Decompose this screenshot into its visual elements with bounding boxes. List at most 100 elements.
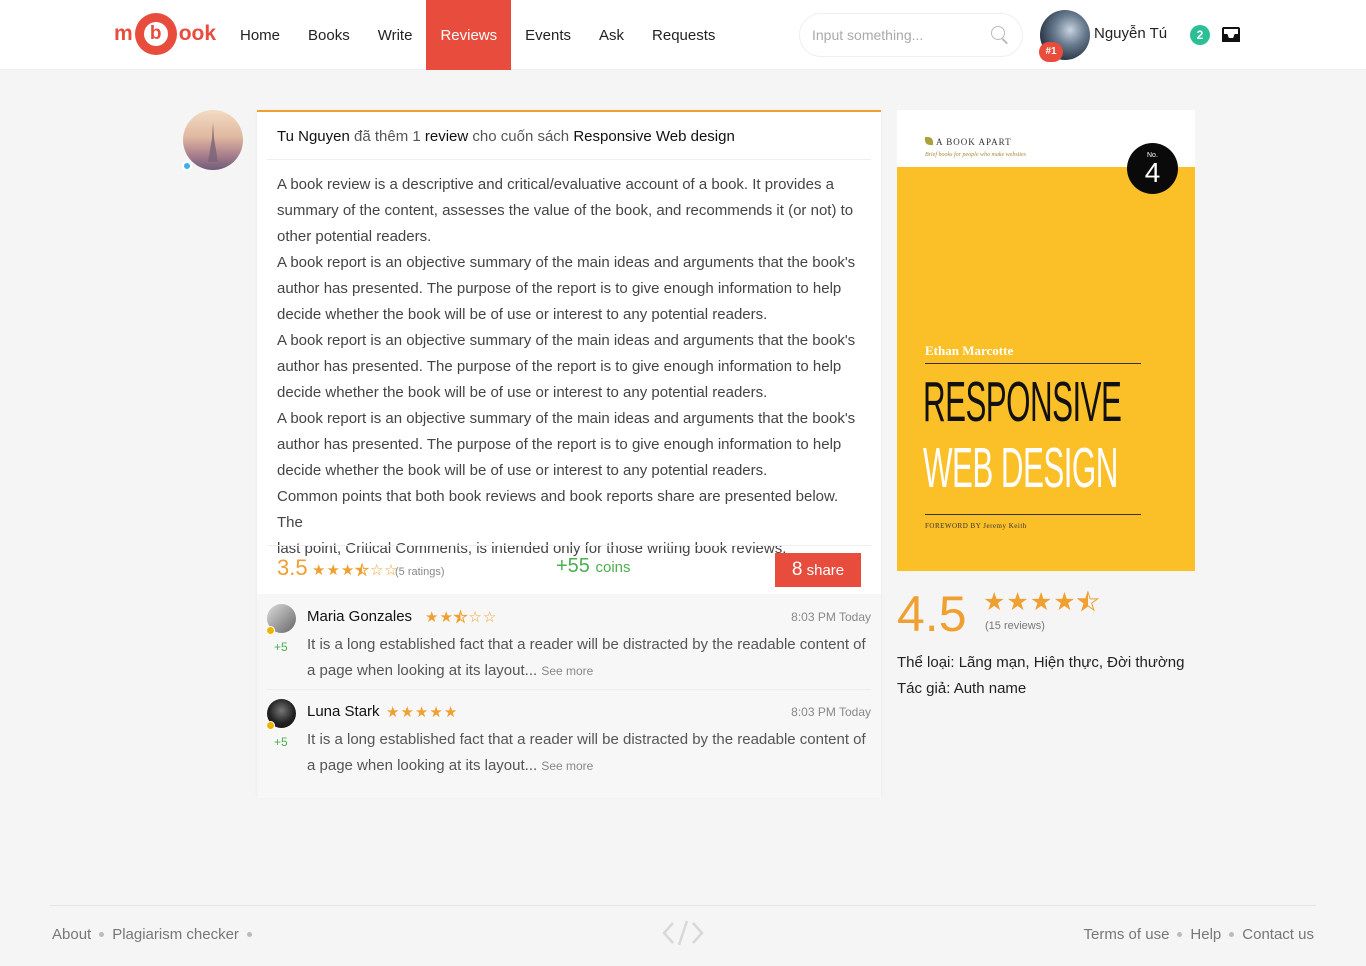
- share-count: 8: [791, 559, 803, 580]
- book-score: 4.5: [897, 586, 967, 642]
- review-card: Tu Nguyen đã thêm 1 review cho cuốn sách…: [257, 110, 881, 798]
- divider: [267, 159, 871, 160]
- review-author[interactable]: Tu Nguyen: [277, 128, 350, 145]
- comment-item: +5 Luna Stark ★ ★ ★ ★ ★ 8:03 PM Today It is …: [257, 689, 881, 784]
- comment-text-line: It is a long established fact that a rea…: [307, 731, 866, 748]
- book-genres: Thể loại: Lãng mạn, Hiện thực, Đời thườn…: [897, 654, 1184, 671]
- publisher-name: A BOOK APART: [936, 137, 1012, 147]
- star-icon: ★: [326, 562, 340, 579]
- review-body-line: author has presented. The purpose of the…: [277, 280, 842, 297]
- book-cover[interactable]: A BOOK APART Brief books for people who …: [897, 110, 1195, 571]
- nav-books[interactable]: Books: [294, 0, 364, 70]
- comment-text-line: a page when looking at its layout...: [307, 662, 538, 679]
- online-status-dot: [182, 161, 192, 171]
- separator-dot: [1177, 932, 1183, 937]
- commenter-name[interactable]: Luna Stark: [307, 703, 380, 720]
- footer-divider: [50, 905, 1316, 906]
- code-icon: [662, 920, 704, 946]
- leaf-icon: [925, 137, 933, 145]
- comment-stars: ★ ★ ★ ☆ ☆: [425, 609, 497, 626]
- site-logo[interactable]: m b ook: [114, 12, 216, 56]
- footer-contact[interactable]: Contact us: [1242, 926, 1314, 943]
- star-icon: ☆: [482, 609, 497, 626]
- genre-label: Thể loại:: [897, 654, 955, 671]
- search-icon[interactable]: [990, 25, 1010, 45]
- user-rank-badge: #1: [1039, 42, 1063, 62]
- comment-text-line: It is a long established fact that a rea…: [307, 636, 866, 653]
- review-body-line: A book report is an objective summary of…: [277, 410, 856, 427]
- main-nav: Home Books Write Reviews Events Ask Requ…: [226, 0, 729, 70]
- review-body-line: author has presented. The purpose of the…: [277, 358, 842, 375]
- comments-list: +5 Maria Gonzales ★ ★ ★ ☆ ☆ 8:03 PM Today It…: [257, 594, 881, 798]
- star-icon: ★: [400, 704, 414, 721]
- comment-text: It is a long established fact that a rea…: [307, 632, 867, 684]
- status-dot: [266, 721, 275, 730]
- footer-plagiarism-checker[interactable]: Plagiarism checker: [112, 926, 239, 943]
- review-heading: Tu Nguyen đã thêm 1 review cho cuốn sách…: [277, 128, 735, 145]
- review-body-line: decide whether the book will be of use o…: [277, 462, 768, 479]
- notification-badge[interactable]: 2: [1190, 25, 1210, 45]
- star-icon: ★: [425, 609, 439, 626]
- comment-time: 8:03 PM Today: [791, 610, 871, 624]
- status-dot: [266, 626, 275, 635]
- footer-terms[interactable]: Terms of use: [1084, 926, 1170, 943]
- poster-avatar[interactable]: [183, 110, 243, 170]
- share-button[interactable]: 8 share: [775, 553, 861, 587]
- star-icon: ★: [1029, 588, 1053, 616]
- star-icon: ★: [1053, 588, 1076, 616]
- cover-foreword: FOREWORD BY Jeremy Keith: [925, 522, 1027, 530]
- logo-b-circle: b: [134, 13, 177, 55]
- nav-events[interactable]: Events: [511, 0, 585, 70]
- coins-value: +55: [556, 555, 590, 577]
- star-icon: ★: [386, 704, 400, 721]
- cover-tagline: Brief books for people who make websites: [925, 152, 1026, 158]
- see-more-link[interactable]: See more: [541, 759, 593, 773]
- footer-about[interactable]: About: [52, 926, 91, 943]
- review-body-line: A book review is a descriptive and criti…: [277, 176, 834, 193]
- review-book-title[interactable]: Responsive Web design: [573, 128, 734, 145]
- cover-number-badge: No. 4: [1127, 143, 1178, 194]
- review-for-book: cho cuốn sách: [472, 128, 570, 145]
- nav-requests[interactable]: Requests: [638, 0, 729, 70]
- rating-score: 3.5: [277, 555, 308, 580]
- footer-help[interactable]: Help: [1190, 926, 1221, 943]
- review-body-line: decide whether the book will be of use o…: [277, 384, 768, 401]
- review-body-line: Common points that both book reviews and…: [277, 488, 839, 531]
- coins-label: coins: [595, 559, 631, 576]
- separator-dot: [246, 932, 252, 937]
- star-icon: ★: [453, 609, 468, 626]
- commenter-name[interactable]: Maria Gonzales: [307, 608, 412, 625]
- inbox-icon[interactable]: [1222, 27, 1240, 42]
- review-body-line: summary of the content, assesses the val…: [277, 202, 854, 219]
- book-author: Tác giả: Auth name: [897, 680, 1026, 697]
- star-icon: ☆: [369, 562, 384, 579]
- book-stars[interactable]: ★ ★ ★ ★ ★: [983, 588, 1100, 616]
- star-icon: ★: [414, 704, 429, 721]
- footer-right-links: Terms of use Help Contact us: [1084, 926, 1314, 943]
- footer-left-links: About Plagiarism checker: [52, 926, 260, 943]
- logo-m: m: [114, 22, 133, 45]
- see-more-link[interactable]: See more: [541, 664, 593, 678]
- genre-values[interactable]: Lãng mạn, Hiện thực, Đời thường: [959, 654, 1185, 671]
- nav-write[interactable]: Write: [364, 0, 427, 70]
- book-review-count[interactable]: (15 reviews): [985, 620, 1045, 632]
- search-input[interactable]: [812, 27, 990, 43]
- author-value[interactable]: Auth name: [954, 680, 1027, 697]
- review-body-line: author has presented. The purpose of the…: [277, 436, 842, 453]
- comment-time: 8:03 PM Today: [791, 705, 871, 719]
- comment-coins: +5: [274, 640, 288, 654]
- star-icon: ★: [443, 704, 458, 721]
- review-body-line: other potential readers.: [277, 228, 432, 245]
- top-header: m b ook Home Books Write Reviews Events …: [0, 0, 1366, 70]
- cover-rule: [925, 363, 1141, 364]
- nav-home[interactable]: Home: [226, 0, 294, 70]
- cover-rule: [925, 514, 1141, 515]
- nav-reviews[interactable]: Reviews: [426, 0, 512, 70]
- comment-stars: ★ ★ ★ ★ ★: [386, 705, 457, 720]
- review-body-line: A book report is an objective summary of…: [277, 254, 856, 271]
- cover-author: Ethan Marcotte: [925, 343, 1014, 358]
- user-name[interactable]: Nguyễn Tú: [1094, 25, 1167, 42]
- logo-b: b: [143, 22, 168, 46]
- nav-ask[interactable]: Ask: [585, 0, 638, 70]
- rating-stars[interactable]: ★ ★ ★ ★ ☆ ☆: [312, 562, 398, 579]
